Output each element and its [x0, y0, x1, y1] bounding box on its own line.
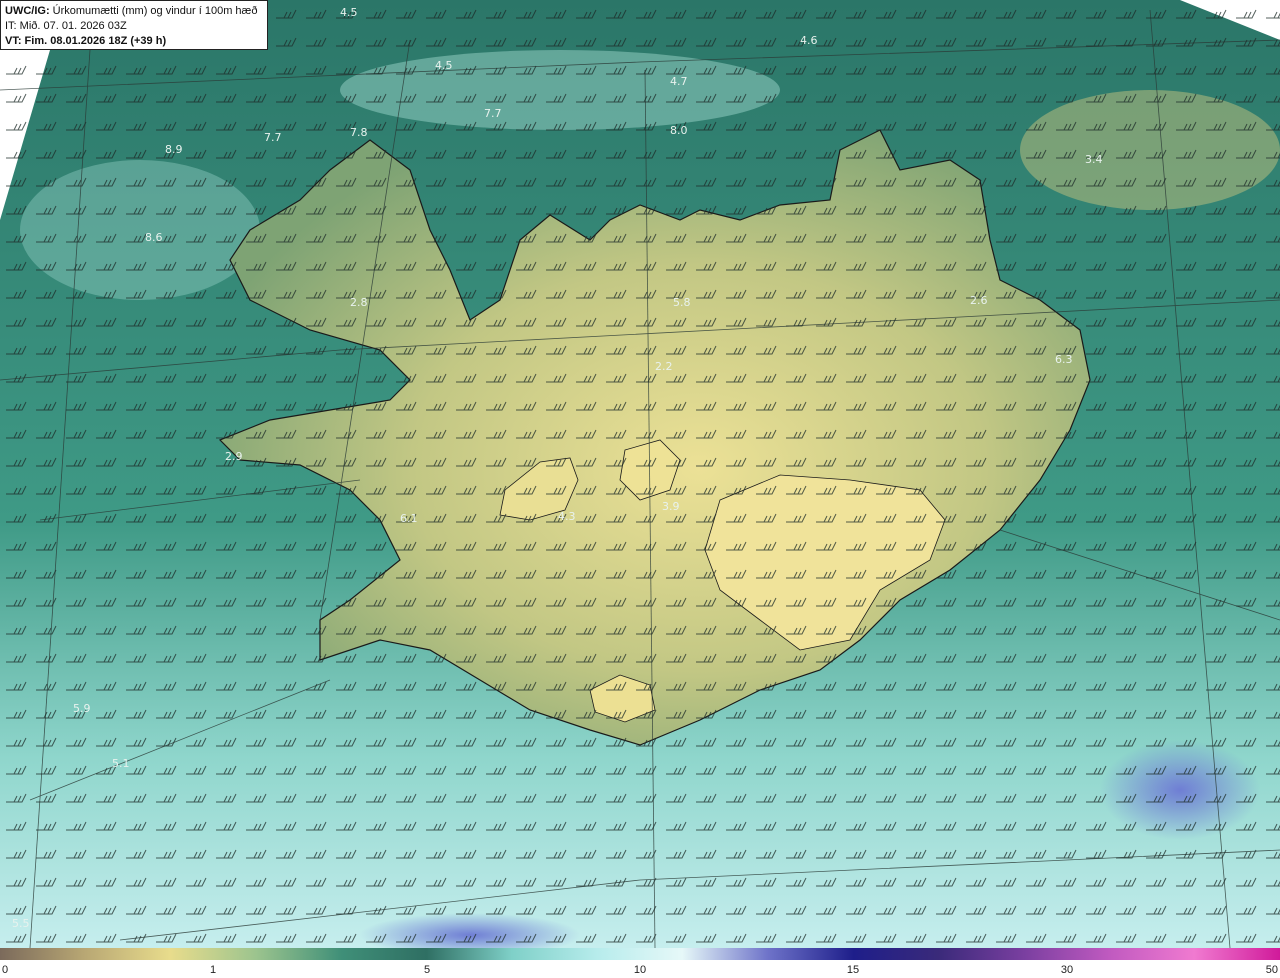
colorbar: 0 1 5 10 15 30 50 — [0, 948, 1280, 978]
map-title: UWC/IG: Úrkomumætti (mm) og vindur í 100… — [5, 4, 263, 19]
value-label: 4.5 — [435, 59, 453, 72]
value-label: 5.5 — [12, 917, 30, 930]
wind-barbs — [0, 0, 1280, 948]
value-label: 4.5 — [340, 6, 358, 19]
model-prefix: UWC/IG: — [5, 5, 50, 17]
value-label: 4.6 — [800, 34, 818, 47]
value-label: 4.3 — [558, 510, 576, 523]
colorbar-tick: 10 — [633, 964, 647, 976]
map-title-box: UWC/IG: Úrkomumætti (mm) og vindur í 100… — [0, 0, 268, 50]
value-label: 2.2 — [655, 360, 673, 373]
field-title: Úrkomumætti (mm) og vindur í 100m hæð — [49, 5, 258, 17]
forecast-map[interactable]: 4.5 4.6 4.5 4.7 7.7 7.7 7.8 8.0 8.9 3.4 … — [0, 0, 1280, 957]
colorbar-tick: 1 — [209, 964, 217, 976]
value-label: 5.8 — [673, 296, 691, 309]
value-label: 7.7 — [264, 131, 282, 144]
map-svg: 4.5 4.6 4.5 4.7 7.7 7.7 7.8 8.0 8.9 3.4 … — [0, 0, 1280, 957]
value-label: 5.9 — [73, 702, 91, 715]
value-label: 6.3 — [1055, 353, 1073, 366]
colorbar-tick: 30 — [1060, 964, 1074, 976]
value-label: 2.9 — [225, 450, 243, 463]
colorbar-strip — [0, 948, 1280, 960]
colorbar-tick: 5 — [423, 964, 431, 976]
colorbar-tick: 0 — [2, 964, 9, 976]
value-label: 7.7 — [484, 107, 502, 120]
value-label: 3.4 — [1085, 153, 1103, 166]
value-label: 6.1 — [400, 512, 418, 525]
colorbar-tick: 50 — [1265, 964, 1278, 976]
value-label: 8.0 — [670, 124, 688, 137]
initial-time: IT: Mið. 07. 01. 2026 03Z — [5, 20, 127, 32]
value-label: 5.1 — [112, 757, 130, 770]
colorbar-tick: 15 — [846, 964, 860, 976]
valid-time: VT: Fim. 08.01.2026 18Z (+39 h) — [5, 35, 167, 47]
value-label: 2.6 — [970, 294, 988, 307]
value-label: 2.8 — [350, 296, 368, 309]
value-label: 8.9 — [165, 143, 183, 156]
value-label: 4.7 — [670, 75, 688, 88]
value-label: 7.8 — [350, 126, 368, 139]
value-label: 8.6 — [145, 231, 163, 244]
value-label: 3.9 — [662, 500, 680, 513]
